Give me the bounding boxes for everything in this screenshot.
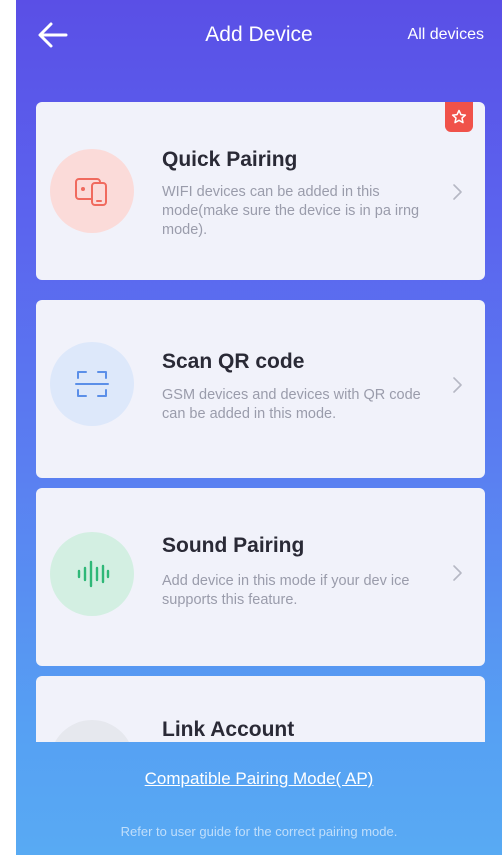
quick-pairing-card[interactable]: Quick Pairing WIFI devices can be added … <box>36 102 485 280</box>
scan-qr-card[interactable]: Scan QR code GSM devices and devices wit… <box>36 300 485 478</box>
pairing-mode-list: Quick Pairing WIFI devices can be added … <box>36 102 485 742</box>
all-devices-link[interactable]: All devices <box>408 26 484 44</box>
sound-pairing-icon-circle <box>50 532 134 616</box>
chevron-right-icon <box>453 565 462 581</box>
chevron-right-icon <box>453 184 462 200</box>
sound-pairing-description: Add device in this mode if your dev ice … <box>162 573 410 608</box>
phone-device-icon <box>75 178 107 206</box>
quick-pairing-title: Quick Pairing <box>162 148 298 171</box>
quick-pairing-description: WIFI devices can be added in this mode(m… <box>162 184 420 238</box>
scan-frame-icon <box>75 371 109 397</box>
star-icon <box>451 109 467 124</box>
sound-wave-icon <box>77 560 110 588</box>
sound-pairing-title: Sound Pairing <box>162 534 305 557</box>
compatible-pairing-mode-link[interactable]: Compatible Pairing Mode( AP) <box>16 769 502 789</box>
chevron-right-icon <box>453 377 462 393</box>
top-bar: Add Device All devices <box>16 0 502 70</box>
scan-qr-title: Scan QR code <box>162 350 305 373</box>
sound-pairing-card[interactable]: Sound Pairing Add device in this mode if… <box>36 488 485 666</box>
link-account-card[interactable]: Link Account <box>36 676 485 742</box>
link-account-icon-circle <box>50 720 134 742</box>
pairing-hint-text: Refer to user guide for the correct pair… <box>120 824 398 839</box>
quick-pairing-icon-circle <box>50 149 134 233</box>
recommended-badge <box>445 102 473 132</box>
scan-qr-description: GSM devices and devices with QR code can… <box>162 387 421 422</box>
scan-qr-icon-circle <box>50 342 134 426</box>
screen: Add Device All devices Quick Pairing WIF… <box>16 0 502 855</box>
link-account-title: Link Account <box>162 718 295 741</box>
